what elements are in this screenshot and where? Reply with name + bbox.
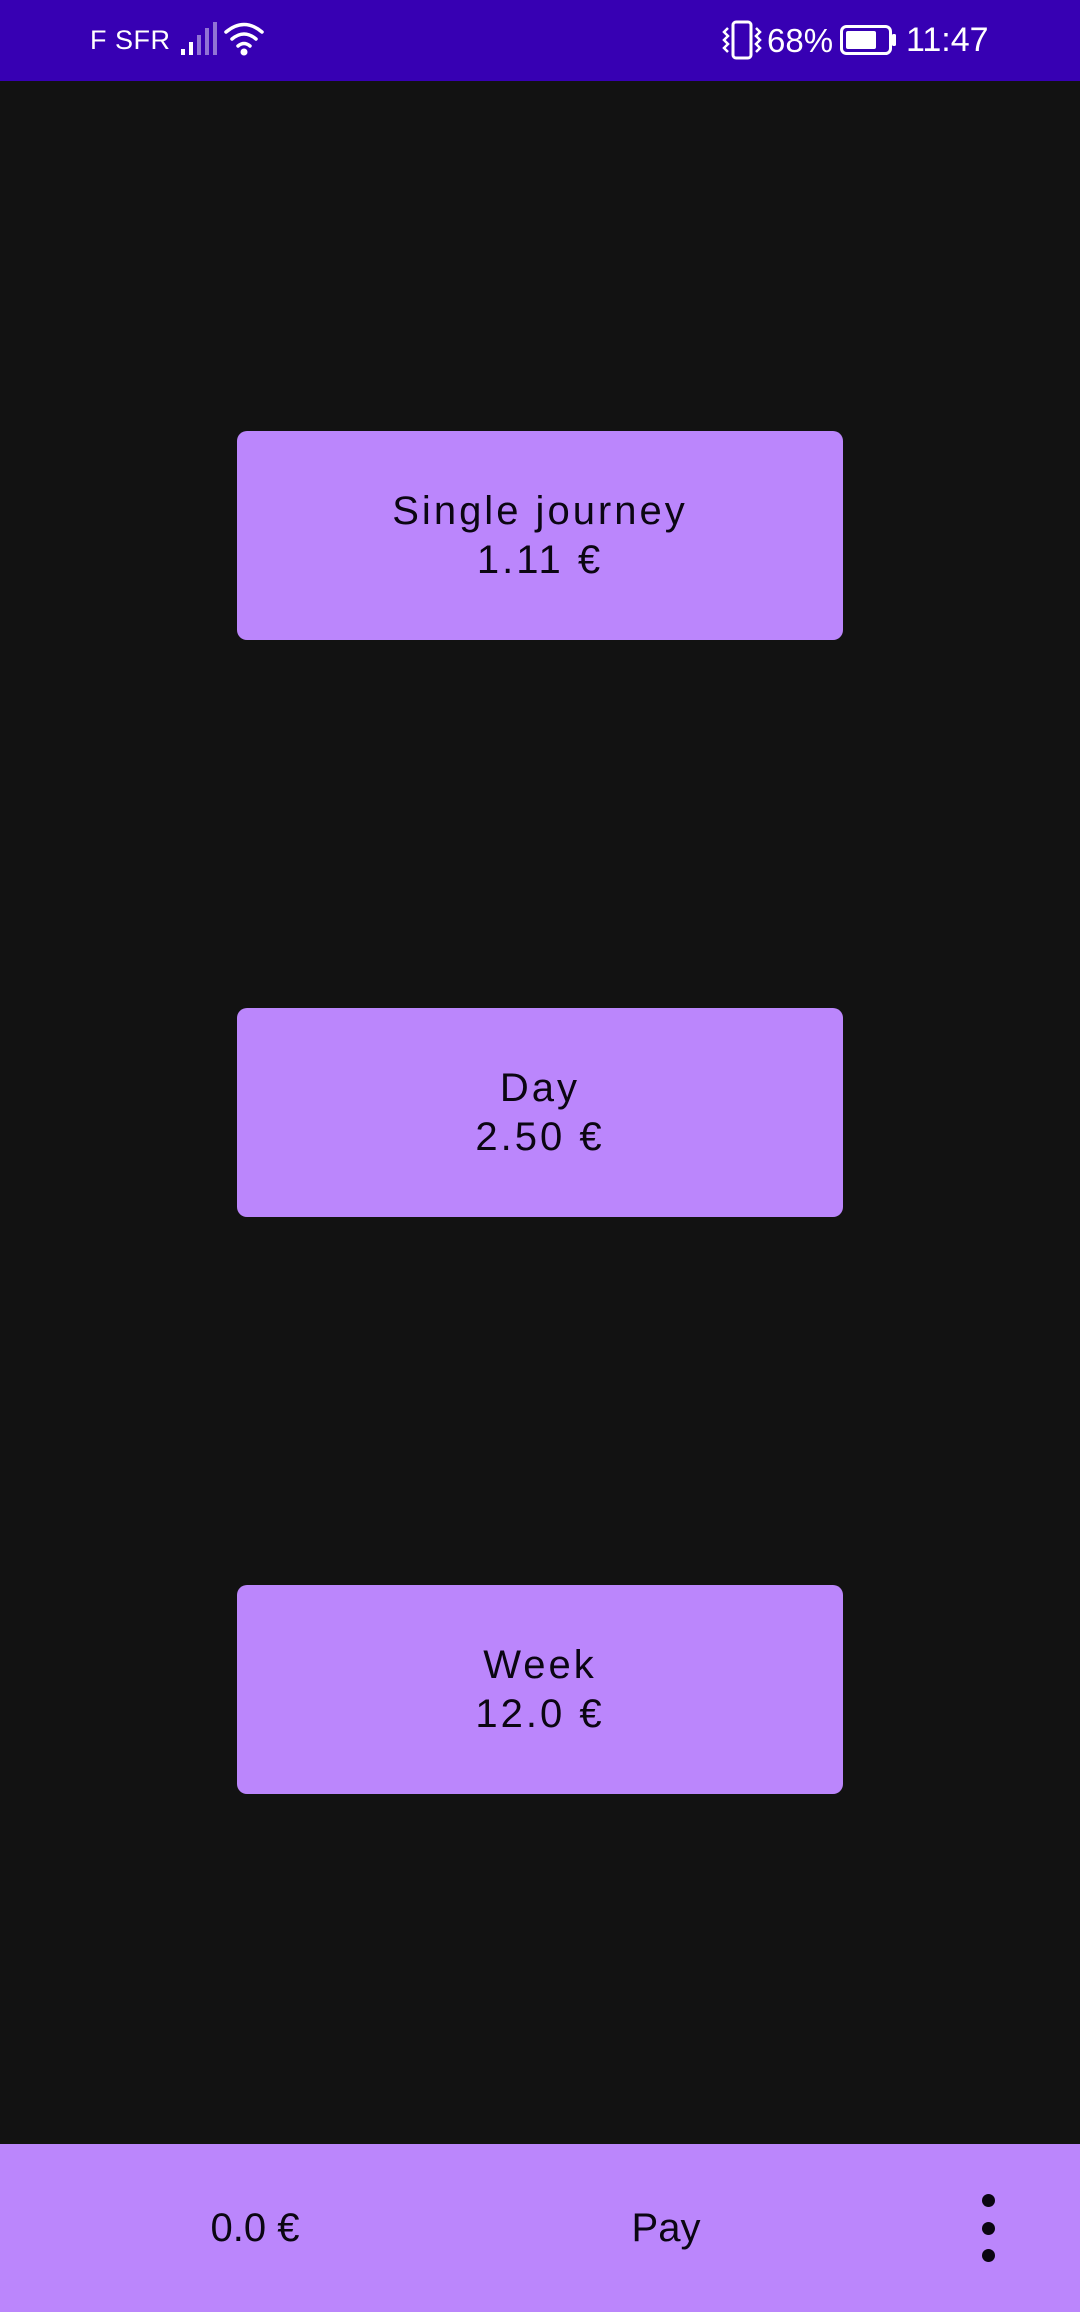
wifi-icon bbox=[224, 22, 264, 56]
ticket-name: Single journey bbox=[392, 488, 688, 533]
ticket-price: 12.0 € bbox=[475, 1691, 605, 1736]
ticket-price: 1.11 € bbox=[476, 537, 604, 582]
signal-icon bbox=[181, 22, 217, 55]
bottom-bar: 0.0 € Pay bbox=[0, 2144, 1080, 2312]
ticket-name: Week bbox=[483, 1642, 597, 1687]
week-ticket-button[interactable]: Week 12.0 € bbox=[237, 1585, 843, 1794]
battery-icon bbox=[840, 25, 896, 55]
vibrate-icon bbox=[722, 20, 762, 60]
battery-percentage: 68% bbox=[767, 22, 834, 59]
day-ticket-button[interactable]: Day 2.50 € bbox=[237, 1008, 843, 1217]
more-vert-icon[interactable] bbox=[960, 2194, 1016, 2262]
status-time: 11:47 bbox=[906, 21, 989, 59]
menu-dot bbox=[981, 2221, 995, 2235]
status-bar: F SFR 68% 11:47 bbox=[0, 0, 1080, 81]
menu-dot bbox=[981, 2194, 995, 2207]
total-amount: 0.0 € bbox=[210, 2206, 300, 2250]
ticket-name: Day bbox=[499, 1065, 581, 1110]
carrier-name: F SFR bbox=[90, 25, 171, 55]
pay-button[interactable]: Pay bbox=[566, 2144, 766, 2312]
ticket-price: 2.50 € bbox=[475, 1114, 605, 1159]
single-journey-ticket-button[interactable]: Single journey 1.11 € bbox=[237, 431, 843, 640]
menu-dot bbox=[981, 2249, 995, 2262]
